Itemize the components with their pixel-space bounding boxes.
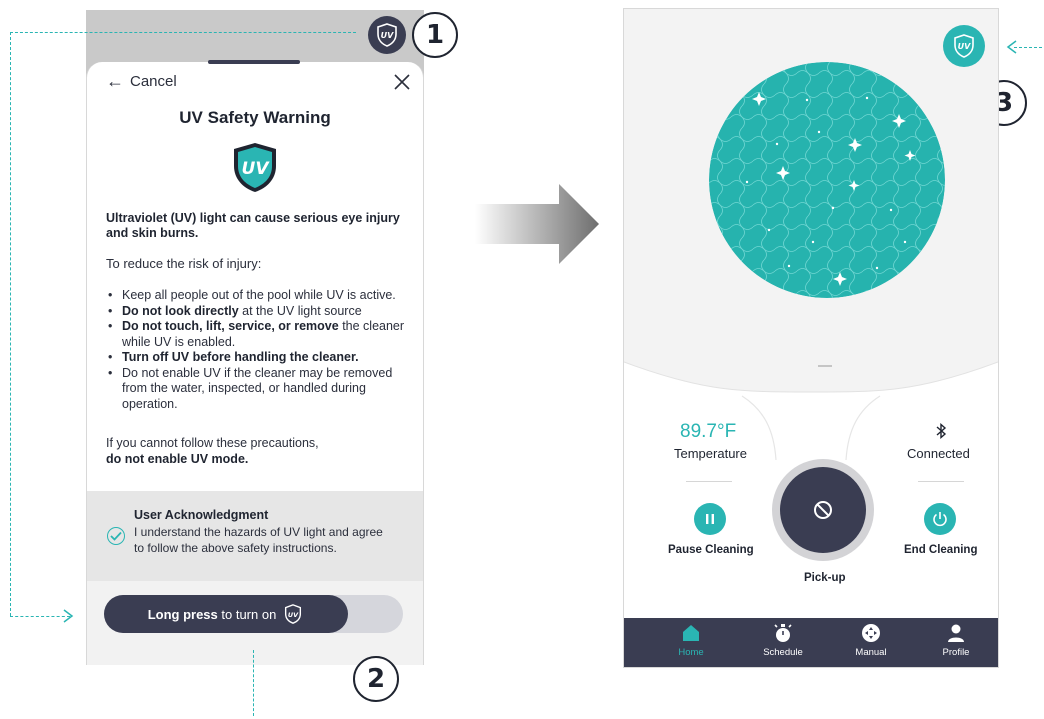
- connector-line: [253, 650, 254, 716]
- acknowledgment-checkbox[interactable]: [107, 527, 125, 545]
- callout-badge-2: 2: [353, 656, 399, 702]
- svg-text:UV: UV: [381, 31, 394, 40]
- arrowhead-icon: [1006, 40, 1017, 54]
- bluetooth-icon: [936, 423, 947, 439]
- connector-line: [1014, 47, 1042, 48]
- safety-bullet-list: Keep all people out of the pool while UV…: [106, 288, 412, 412]
- uv-status-icon[interactable]: UV: [943, 25, 985, 67]
- person-icon: [948, 624, 964, 642]
- list-item: Do not look directly at the UV light sou…: [106, 304, 412, 320]
- nav-label-manual: Manual: [855, 647, 887, 658]
- pickup-ring: [772, 459, 874, 561]
- acknowledgment-text: I understand the hazards of UV light and…: [134, 525, 383, 555]
- close-icon[interactable]: [392, 72, 412, 92]
- power-icon: [933, 512, 947, 527]
- pickup-label: Pick-up: [804, 572, 846, 584]
- nav-item-schedule[interactable]: Schedule: [748, 622, 818, 658]
- svg-text:UV: UV: [288, 611, 299, 619]
- temperature-value: 89.7°F: [680, 421, 737, 442]
- arrowhead-icon: [63, 609, 74, 623]
- nav-label-profile: Profile: [942, 647, 970, 658]
- precaution-note: If you cannot follow these precautions,: [106, 436, 319, 450]
- do-not-enable-note: do not enable UV mode.: [106, 452, 249, 466]
- cancel-label: Cancel: [130, 72, 177, 90]
- svg-text:UV: UV: [958, 42, 971, 51]
- long-press-turn-on-button[interactable]: Long press to turn on UV: [104, 595, 348, 633]
- back-arrow-icon: ←: [106, 71, 124, 91]
- uv-shield-icon: UV: [234, 143, 276, 192]
- list-item: Do not enable UV if the cleaner may be r…: [106, 366, 412, 413]
- slider-label: to turn on: [217, 606, 277, 622]
- divider: [686, 481, 732, 482]
- cancel-button[interactable]: ← Cancel: [106, 72, 177, 90]
- pause-cleaning-button[interactable]: [694, 503, 726, 535]
- connection-status: Connected: [907, 446, 970, 461]
- sheet-drag-handle[interactable]: [208, 60, 300, 64]
- list-item: Do not touch, lift, service, or remove t…: [106, 319, 412, 350]
- acknowledgment-title: User Acknowledgment: [134, 508, 269, 522]
- end-cleaning-label: End Cleaning: [904, 544, 978, 556]
- connector-line: [10, 616, 70, 617]
- nav-item-manual[interactable]: Manual: [836, 622, 906, 658]
- reduce-risk-heading: To reduce the risk of injury:: [106, 256, 262, 271]
- temperature-label: Temperature: [674, 446, 747, 461]
- nav-item-profile[interactable]: Profile: [921, 622, 991, 658]
- home-icon: [683, 625, 699, 641]
- divider: [918, 481, 964, 482]
- end-cleaning-button[interactable]: [924, 503, 956, 535]
- list-item: Keep all people out of the pool while UV…: [106, 288, 412, 304]
- check-icon: [110, 531, 122, 541]
- block-icon: [814, 501, 832, 519]
- nav-label-home: Home: [678, 647, 704, 658]
- sheet-title: UV Safety Warning: [179, 108, 331, 127]
- pause-cleaning-label: Pause Cleaning: [668, 544, 754, 556]
- nav-item-home[interactable]: Home: [656, 622, 726, 658]
- nav-label-schedule: Schedule: [763, 647, 803, 658]
- slider-bold-label: Long press: [147, 606, 218, 622]
- stopwatch-icon: [774, 624, 792, 642]
- connector-line: [10, 32, 11, 616]
- callout-badge-1: 1: [412, 12, 458, 58]
- gamepad-icon: [862, 624, 880, 642]
- uv-toggle-icon[interactable]: UV: [368, 16, 406, 54]
- uv-shield-icon: UV: [285, 604, 302, 624]
- uv-hazard-warning: Ultraviolet (UV) light can cause serious…: [106, 211, 400, 240]
- pickup-button[interactable]: [780, 467, 866, 553]
- connector-line: [10, 32, 356, 33]
- transition-arrow-icon: [475, 184, 599, 264]
- pool-map-icon: [709, 62, 945, 298]
- pause-icon: [706, 514, 714, 524]
- panel-handle: [818, 365, 832, 367]
- svg-text:UV: UV: [242, 159, 271, 179]
- list-item: Turn off UV before handling the cleaner.: [106, 350, 412, 366]
